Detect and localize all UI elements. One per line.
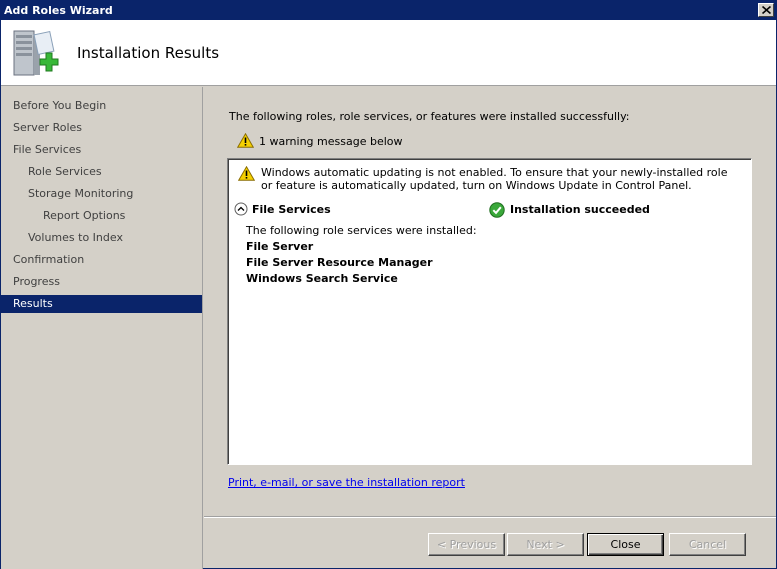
nav-step-progress[interactable]: Progress	[1, 273, 202, 291]
role-name: File Services	[252, 203, 331, 216]
close-icon	[762, 6, 771, 14]
success-check-icon	[489, 202, 505, 218]
results-content: The following roles, role services, or f…	[204, 87, 776, 517]
intro-text: The following roles, role services, or f…	[229, 110, 630, 123]
warning-icon	[236, 132, 255, 148]
server-add-role-icon	[13, 30, 59, 76]
nav-step-report-options[interactable]: Report Options	[1, 207, 202, 225]
nav-step-role-services[interactable]: Role Services	[1, 163, 202, 181]
close-button[interactable]: Close	[587, 533, 664, 556]
nav-step-volumes-to-index[interactable]: Volumes to Index	[1, 229, 202, 247]
windows-update-warning: Windows automatic updating is not enable…	[261, 166, 728, 192]
warning-summary: 1 warning message below	[236, 132, 403, 151]
service-item: File Server Resource Manager	[246, 256, 433, 269]
warning-summary-text: 1 warning message below	[259, 135, 403, 148]
wizard-header: Installation Results	[1, 20, 776, 86]
page-title: Installation Results	[77, 44, 220, 62]
nav-step-results[interactable]: Results	[1, 295, 202, 313]
collapse-icon[interactable]	[234, 202, 248, 216]
wizard-footer: < Previous Next > Close Cancel	[204, 517, 776, 569]
previous-button[interactable]: < Previous	[428, 533, 505, 556]
nav-step-confirmation[interactable]: Confirmation	[1, 251, 202, 269]
warning-icon	[238, 166, 255, 181]
services-intro-text: The following role services were install…	[246, 224, 477, 237]
wizard-window: Add Roles Wizard Installation Results Be…	[0, 0, 777, 569]
service-item: Windows Search Service	[246, 272, 398, 285]
window-close-button[interactable]	[758, 3, 774, 17]
wizard-steps-sidebar: Before You Begin Server Roles File Servi…	[1, 87, 203, 569]
window-title: Add Roles Wizard	[4, 4, 113, 17]
next-button[interactable]: Next >	[507, 533, 584, 556]
nav-step-file-services[interactable]: File Services	[1, 141, 202, 159]
install-status: Installation succeeded	[510, 203, 650, 216]
installation-results-panel[interactable]: Windows automatic updating is not enable…	[227, 158, 752, 465]
nav-step-before-you-begin[interactable]: Before You Begin	[1, 97, 202, 115]
installation-report-link[interactable]: Print, e-mail, or save the installation …	[228, 476, 465, 489]
title-bar[interactable]: Add Roles Wizard	[1, 1, 776, 20]
nav-step-storage-monitoring[interactable]: Storage Monitoring	[1, 185, 202, 203]
service-item: File Server	[246, 240, 314, 253]
role-result-row: File Services Installation succeeded	[234, 202, 744, 218]
nav-step-server-roles[interactable]: Server Roles	[1, 119, 202, 137]
cancel-button[interactable]: Cancel	[669, 533, 746, 556]
